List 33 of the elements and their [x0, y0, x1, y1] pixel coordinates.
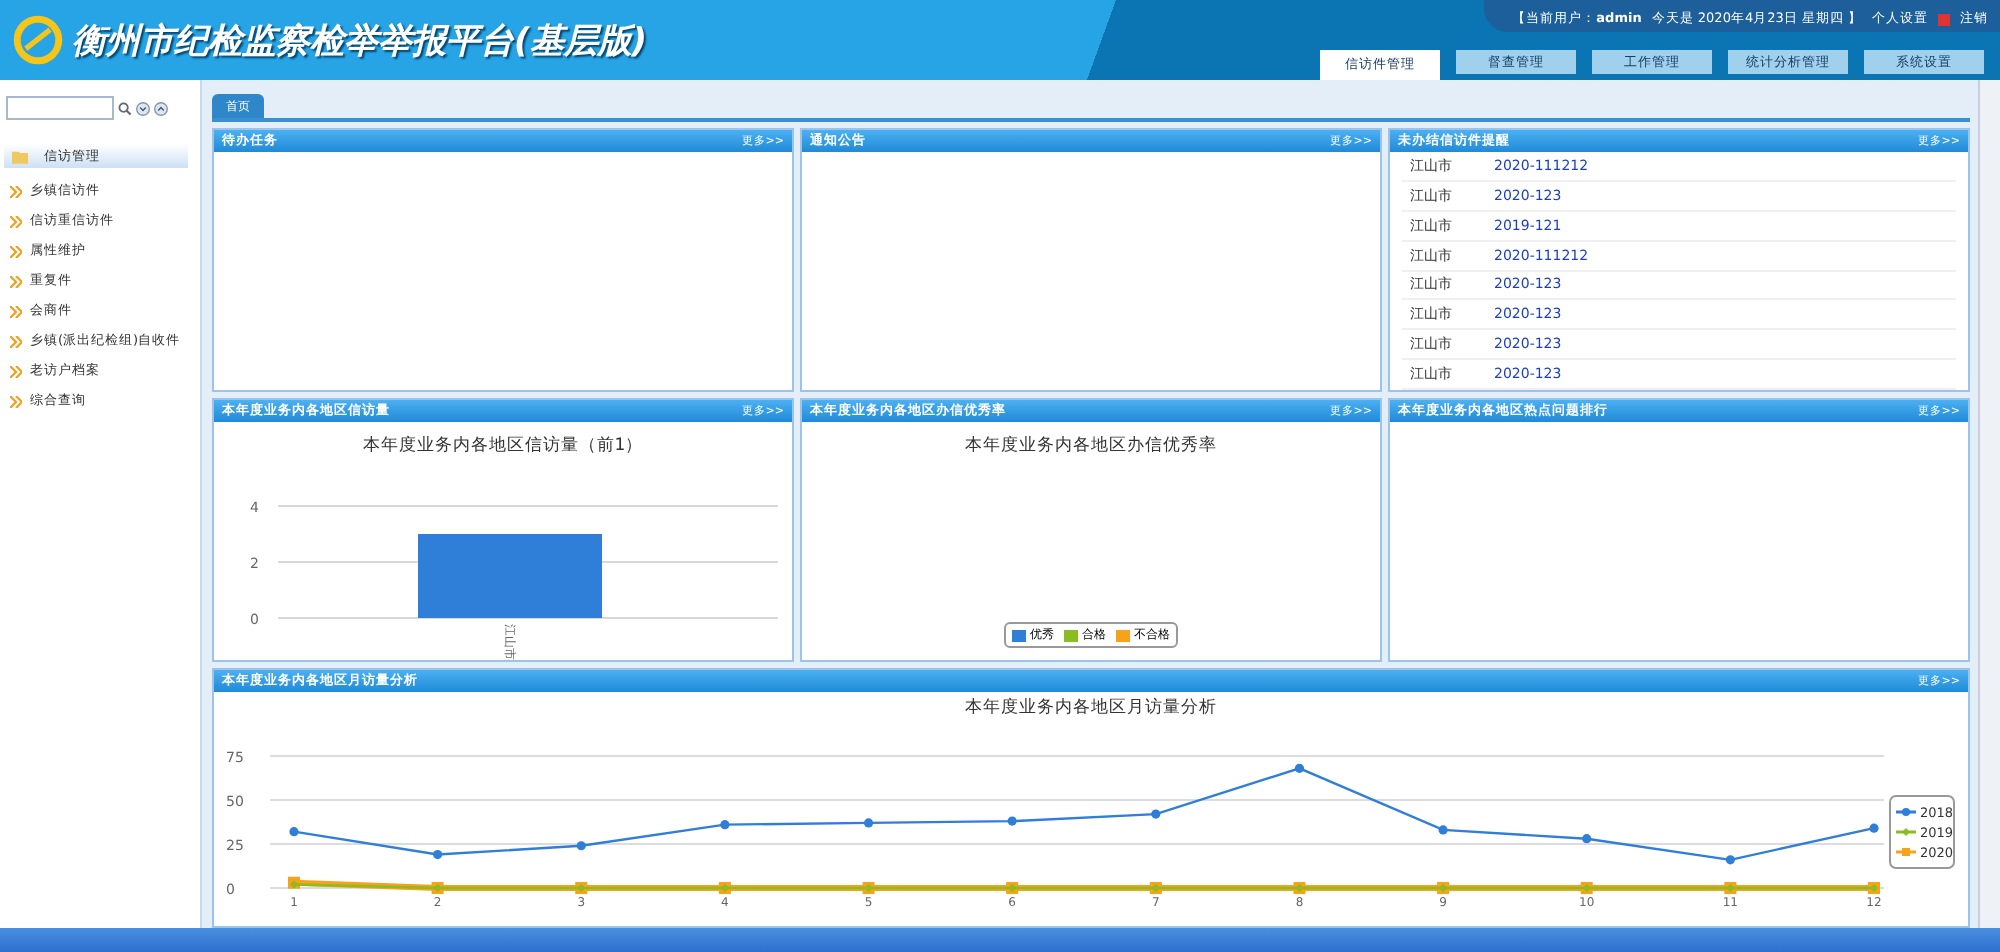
logout-icon — [1938, 13, 1950, 25]
data-point — [433, 849, 443, 860]
chevron-icon — [10, 365, 22, 377]
data-point — [1869, 823, 1879, 833]
data-point — [863, 818, 874, 828]
chevron-icon — [10, 245, 22, 257]
chart-title: 本年度业务内各地区月访量分析 — [965, 696, 1217, 720]
data-point — [576, 841, 586, 851]
data-point — [289, 827, 299, 837]
chevron-icon — [10, 185, 22, 197]
chevron-icon — [10, 305, 22, 317]
folder-icon — [12, 149, 28, 163]
data-point — [1582, 834, 1592, 844]
search-field[interactable] — [6, 96, 114, 120]
data-point — [720, 820, 730, 830]
chevron-icon — [10, 215, 22, 227]
data-point — [1725, 855, 1735, 865]
expand-icon[interactable] — [136, 101, 150, 115]
data-point — [1007, 816, 1017, 826]
search-icon[interactable] — [118, 101, 132, 115]
chevron-icon — [10, 395, 22, 407]
collapse-icon[interactable] — [154, 101, 168, 115]
emblem-icon — [12, 14, 64, 66]
app-title: 衡州市纪检监察检举举报平台(基层版) — [72, 19, 648, 63]
chevron-icon — [10, 275, 22, 287]
data-point — [1438, 825, 1448, 835]
chart-legend — [1889, 795, 1955, 869]
chart-title: 本年度业务内各地区办信优秀率 — [965, 434, 1217, 458]
chart-title: 本年度业务内各地区信访量（前1） — [362, 434, 644, 458]
data-point — [1151, 809, 1161, 819]
data-point — [1294, 763, 1305, 773]
chevron-icon — [10, 335, 22, 347]
scrollbar[interactable] — [1978, 80, 2000, 928]
